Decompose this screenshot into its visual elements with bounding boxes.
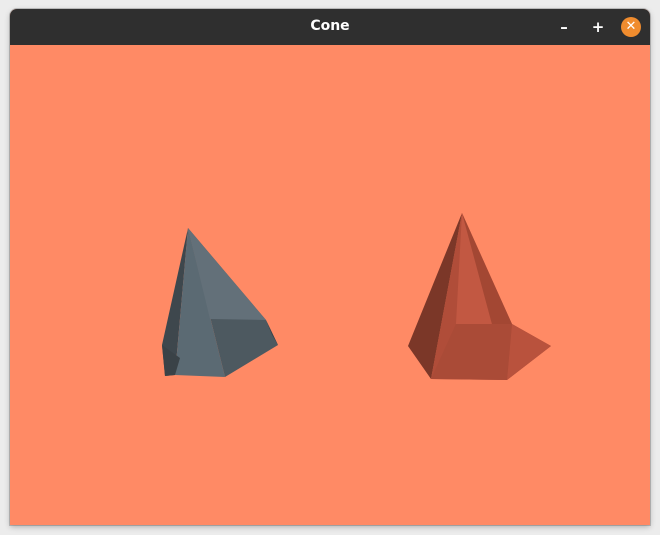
render-viewport[interactable] [10,45,650,525]
close-button[interactable]: ✕ [621,17,641,37]
title-bar[interactable]: Cone – + ✕ [10,9,650,45]
gray-cone [162,228,278,377]
minimize-button[interactable]: – [553,16,575,38]
maximize-button[interactable]: + [587,16,609,38]
red-cone [408,213,551,380]
render-scene [162,213,551,380]
app-window: Cone – + ✕ [10,9,650,525]
